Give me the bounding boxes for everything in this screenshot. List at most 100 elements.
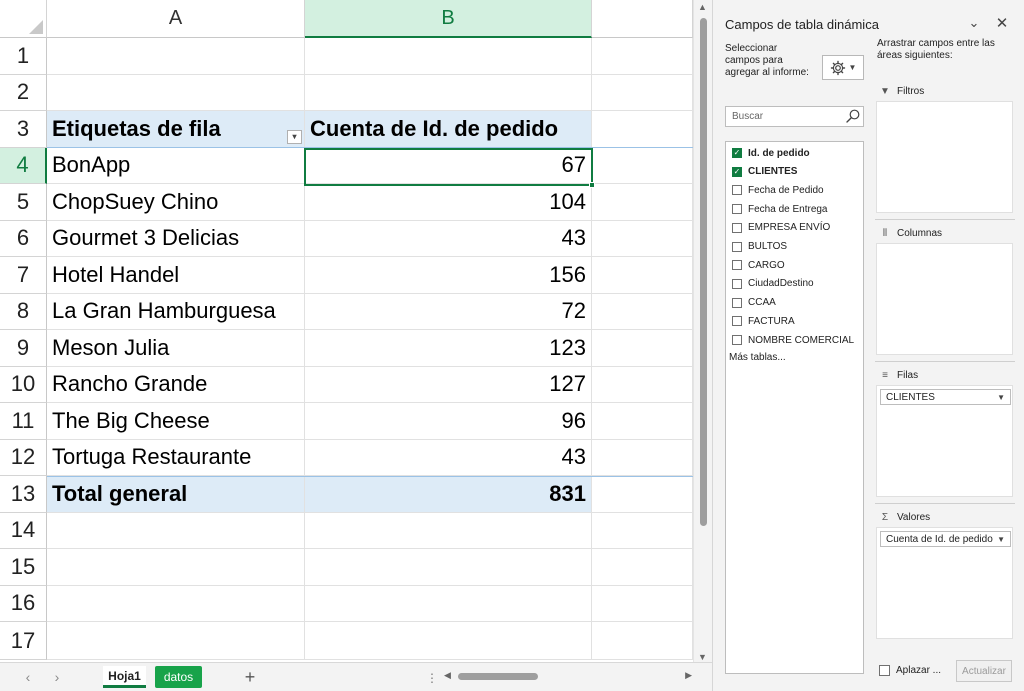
add-sheet-button[interactable]: + <box>240 666 260 688</box>
row-header-2[interactable]: 2 <box>0 74 47 111</box>
row-header-15[interactable]: 15 <box>0 549 47 586</box>
sheet-tab-datos[interactable]: datos <box>155 666 202 688</box>
checkbox-icon[interactable] <box>732 222 742 233</box>
row-header-1[interactable]: 1 <box>0 38 47 75</box>
checkbox-icon[interactable] <box>732 335 742 345</box>
row-header-11[interactable]: 11 <box>0 403 47 440</box>
empty-cell[interactable] <box>592 257 693 293</box>
column-header-b[interactable]: B <box>305 0 592 38</box>
cell-a15[interactable] <box>47 549 305 585</box>
cell-a1[interactable] <box>47 38 305 74</box>
vertical-scrollbar[interactable]: ▲ ▼ <box>693 0 712 664</box>
cell-c13[interactable] <box>592 477 693 512</box>
update-button[interactable]: Actualizar <box>956 660 1012 682</box>
field-item[interactable]: Fecha de Entrega <box>732 201 828 217</box>
field-item[interactable]: CCAA <box>732 295 776 311</box>
pivot-row-label[interactable]: Gourmet 3 Delicias <box>47 220 305 256</box>
values-field-count[interactable]: Cuenta de Id. de pedido ▼ <box>880 531 1011 547</box>
cell-b15[interactable] <box>305 549 592 585</box>
checkbox-checked-icon[interactable]: ✓ <box>732 148 742 158</box>
row-header-17[interactable]: 17 <box>0 622 47 660</box>
empty-cell[interactable] <box>592 147 693 183</box>
rows-field-clientes[interactable]: CLIENTES ▼ <box>880 389 1011 405</box>
row-header-10[interactable]: 10 <box>0 366 47 403</box>
cell-c3[interactable] <box>592 111 693 147</box>
scroll-left-icon[interactable]: ◀ <box>444 670 451 681</box>
pivot-row-label[interactable]: Rancho Grande <box>47 366 305 402</box>
horizontal-scroll-thumb[interactable] <box>458 673 538 680</box>
scroll-right-icon[interactable]: ▶ <box>685 670 692 681</box>
scroll-up-icon[interactable]: ▲ <box>698 2 707 12</box>
field-item[interactable]: ✓ Id. de pedido <box>732 145 810 161</box>
pivot-row-label[interactable]: ChopSuey Chino <box>47 184 305 220</box>
pivot-row-label[interactable]: La Gran Hamburguesa <box>47 293 305 329</box>
cell-a16[interactable] <box>47 585 305 621</box>
cell-a14[interactable] <box>47 512 305 548</box>
cell-c1[interactable] <box>592 38 693 74</box>
total-label[interactable]: Total general <box>47 477 305 512</box>
defer-update[interactable]: Aplazar ... <box>879 665 941 676</box>
field-item[interactable]: Fecha de Pedido <box>732 182 824 198</box>
row-header-8[interactable]: 8 <box>0 293 47 330</box>
select-all-corner[interactable] <box>0 0 47 38</box>
checkbox-checked-icon[interactable]: ✓ <box>732 166 742 177</box>
pivot-value-header[interactable]: Cuenta de Id. de pedido <box>305 111 592 147</box>
tab-split-handle[interactable]: ⋮ <box>426 671 438 685</box>
pivot-row-label[interactable]: Meson Julia <box>47 330 305 366</box>
field-item[interactable]: CiudadDestino <box>732 276 814 292</box>
empty-cell[interactable] <box>592 220 693 256</box>
pivot-row-value[interactable]: 104 <box>305 184 592 220</box>
empty-cell[interactable] <box>592 293 693 329</box>
field-item[interactable]: BULTOS <box>732 239 787 255</box>
pivot-row-value[interactable]: 127 <box>305 366 592 402</box>
search-icon[interactable] <box>845 108 861 124</box>
field-search-input[interactable] <box>725 106 864 127</box>
chevron-down-icon[interactable]: ▼ <box>997 393 1005 402</box>
tools-button[interactable]: ▼ <box>822 55 864 80</box>
pivot-row-value[interactable]: 67 <box>305 147 592 183</box>
pivot-row-label[interactable]: The Big Cheese <box>47 403 305 439</box>
row-header-13[interactable]: 13 <box>0 476 47 513</box>
empty-cell[interactable] <box>592 403 693 439</box>
checkbox-icon[interactable] <box>732 260 742 271</box>
cell-b2[interactable] <box>305 74 592 110</box>
total-value[interactable]: 831 <box>305 477 592 512</box>
cell-c15[interactable] <box>592 549 693 585</box>
cell-b17[interactable] <box>305 622 592 659</box>
next-sheet-icon[interactable]: › <box>47 668 67 686</box>
checkbox-icon[interactable] <box>732 297 742 308</box>
pivot-row-value[interactable]: 43 <box>305 439 592 475</box>
column-header-a[interactable]: A <box>47 0 305 38</box>
pivot-row-value[interactable]: 123 <box>305 330 592 366</box>
row-header-7[interactable]: 7 <box>0 257 47 294</box>
checkbox-icon[interactable] <box>732 278 742 289</box>
cell-c2[interactable] <box>592 74 693 110</box>
pivot-row-value[interactable]: 72 <box>305 293 592 329</box>
row-header-14[interactable]: 14 <box>0 512 47 549</box>
pivot-row-labels-header[interactable]: Etiquetas de fila ▾ <box>47 111 305 147</box>
row-header-6[interactable]: 6 <box>0 220 47 257</box>
field-item[interactable]: EMPRESA ENVÍO <box>732 220 830 236</box>
defer-checkbox[interactable] <box>879 665 890 676</box>
column-header-c[interactable] <box>592 0 693 38</box>
field-item[interactable]: ✓ CLIENTES <box>732 164 797 180</box>
pivot-row-label[interactable]: BonApp <box>47 147 305 183</box>
values-drop-zone[interactable]: Cuenta de Id. de pedido ▼ <box>876 527 1013 639</box>
empty-cell[interactable] <box>592 439 693 475</box>
pivot-row-value[interactable]: 96 <box>305 403 592 439</box>
horizontal-scrollbar[interactable]: ◀ ▶ <box>442 669 694 685</box>
filter-dropdown-icon[interactable]: ▾ <box>287 129 302 144</box>
pivot-row-value[interactable]: 43 <box>305 220 592 256</box>
cell-a17[interactable] <box>47 622 305 659</box>
checkbox-icon[interactable] <box>732 316 742 327</box>
field-item[interactable]: CARGO <box>732 257 785 273</box>
checkbox-icon[interactable] <box>732 204 742 215</box>
cell-b1[interactable] <box>305 38 592 74</box>
rows-drop-zone[interactable]: CLIENTES ▼ <box>876 385 1013 497</box>
chevron-down-icon[interactable]: ⌄ <box>966 14 982 32</box>
row-header-12[interactable]: 12 <box>0 439 47 476</box>
pivot-row-value[interactable]: 156 <box>305 257 592 293</box>
field-item[interactable]: FACTURA <box>732 313 795 329</box>
checkbox-icon[interactable] <box>732 185 742 196</box>
vertical-scroll-thumb[interactable] <box>700 18 707 526</box>
